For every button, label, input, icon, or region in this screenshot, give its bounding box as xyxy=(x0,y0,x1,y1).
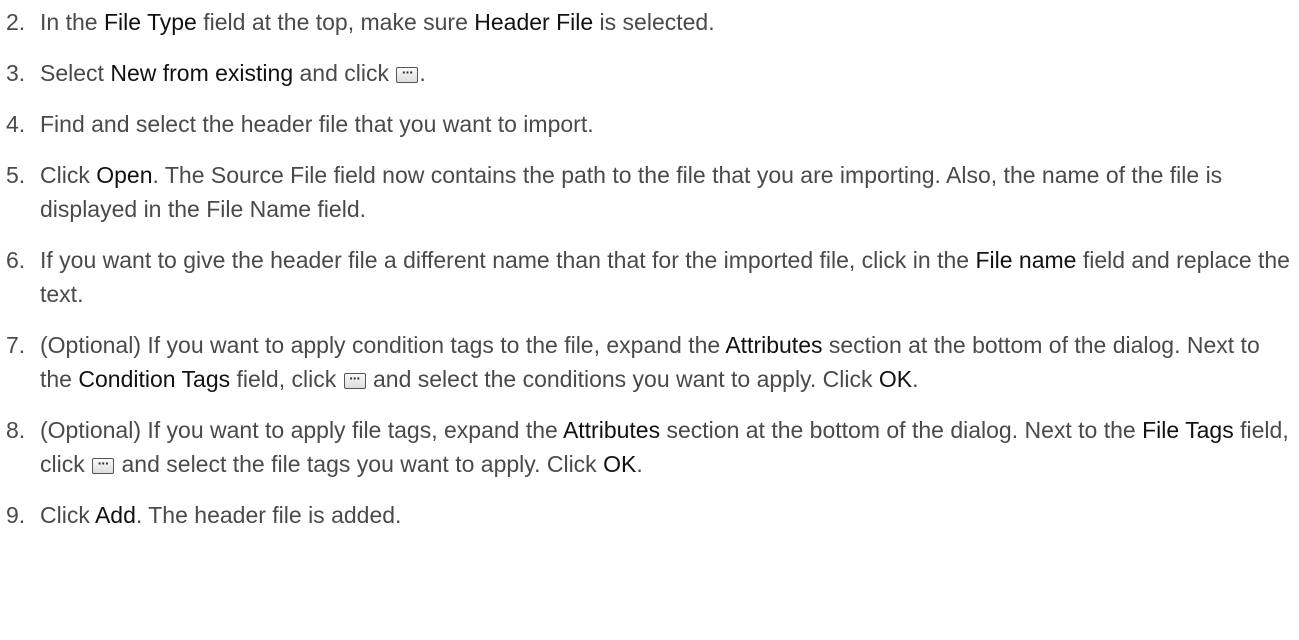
step-text-segment: Select xyxy=(40,60,111,86)
step-text-segment: and select the file tags you want to app… xyxy=(115,451,604,477)
browse-button-icon xyxy=(343,361,366,395)
step-text: Click Add. The header file is added. xyxy=(40,498,1299,532)
browse-button-icon xyxy=(92,446,115,480)
step-text-segment: Click xyxy=(40,502,95,528)
step-text-segment: Click xyxy=(40,162,97,188)
step-number: 6. xyxy=(6,247,26,273)
step-text-segment: field, click xyxy=(230,366,343,392)
list-item: 3. Select New from existing and click . xyxy=(0,55,1299,90)
step-number: 9. xyxy=(6,502,26,528)
step-text-segment: section at the bottom of the dialog. Nex… xyxy=(660,417,1143,443)
step-text-segment: and click xyxy=(293,60,396,86)
step-text: (Optional) If you want to apply conditio… xyxy=(40,328,1299,396)
ui-term: Header File xyxy=(474,9,594,35)
step-text-segment: If you want to give the header file a di… xyxy=(40,247,976,273)
step-text: Click Open. The Source File field now co… xyxy=(40,158,1299,226)
step-text-segment: . xyxy=(636,451,643,477)
list-item: 8. (Optional) If you want to apply file t… xyxy=(0,413,1299,481)
step-number: 4. xyxy=(6,111,26,137)
step-text-segment: (Optional) If you want to apply conditio… xyxy=(40,332,726,358)
ui-term: OK xyxy=(603,451,637,477)
ui-term: New from existing xyxy=(110,60,294,86)
step-text-segment: and select the conditions you want to ap… xyxy=(366,366,879,392)
step-text-segment: . The Source File field now contains the… xyxy=(40,162,1223,222)
list-item: 9. Click Add. The header file is added. xyxy=(0,498,1299,532)
ui-term: Condition Tags xyxy=(78,366,231,392)
ui-term: File Tags xyxy=(1142,417,1234,443)
step-text-segment: . xyxy=(912,366,919,392)
ui-term: File name xyxy=(975,247,1077,273)
ui-term: File Type xyxy=(103,9,197,35)
ui-term: Attributes xyxy=(562,417,661,443)
list-item: 7. (Optional) If you want to apply condit… xyxy=(0,328,1299,396)
step-number: 5. xyxy=(6,162,26,188)
step-list: 2. In the File Type field at the top, mak… xyxy=(0,5,1299,532)
step-text: If you want to give the header file a di… xyxy=(40,243,1299,311)
step-number: 8. xyxy=(6,417,26,443)
step-text-segment: (Optional) If you want to apply file tag… xyxy=(40,417,563,443)
step-text-segment: . The header file is added. xyxy=(135,502,402,528)
list-item: 5. Click Open. The Source File field now … xyxy=(0,158,1299,226)
step-text-segment: is selected. xyxy=(593,9,715,35)
step-number: 7. xyxy=(6,332,26,358)
ui-term: OK xyxy=(878,366,913,392)
step-text: Find and select the header file that you… xyxy=(40,107,1299,141)
list-item: 6. If you want to give the header file a … xyxy=(0,243,1299,311)
step-text-segment: . xyxy=(419,60,426,86)
list-item: 4. Find and select the header file that y… xyxy=(0,107,1299,141)
ui-term: Attributes xyxy=(725,332,823,358)
browse-button-icon xyxy=(396,55,419,89)
ui-term: Open xyxy=(96,162,153,188)
step-number: 2. xyxy=(6,9,26,35)
list-item: 2. In the File Type field at the top, mak… xyxy=(0,5,1299,39)
step-text-segment: field at the top, make sure xyxy=(196,9,475,35)
step-text: (Optional) If you want to apply file tag… xyxy=(40,413,1299,481)
step-number: 3. xyxy=(6,60,26,86)
step-text-segment: In the xyxy=(40,9,104,35)
step-text: In the File Type field at the top, make … xyxy=(40,5,1299,39)
step-text: Select New from existing and click . xyxy=(40,55,1299,90)
step-text-segment: Find and select the header file that you… xyxy=(40,111,594,137)
ui-term: Add xyxy=(94,502,136,528)
